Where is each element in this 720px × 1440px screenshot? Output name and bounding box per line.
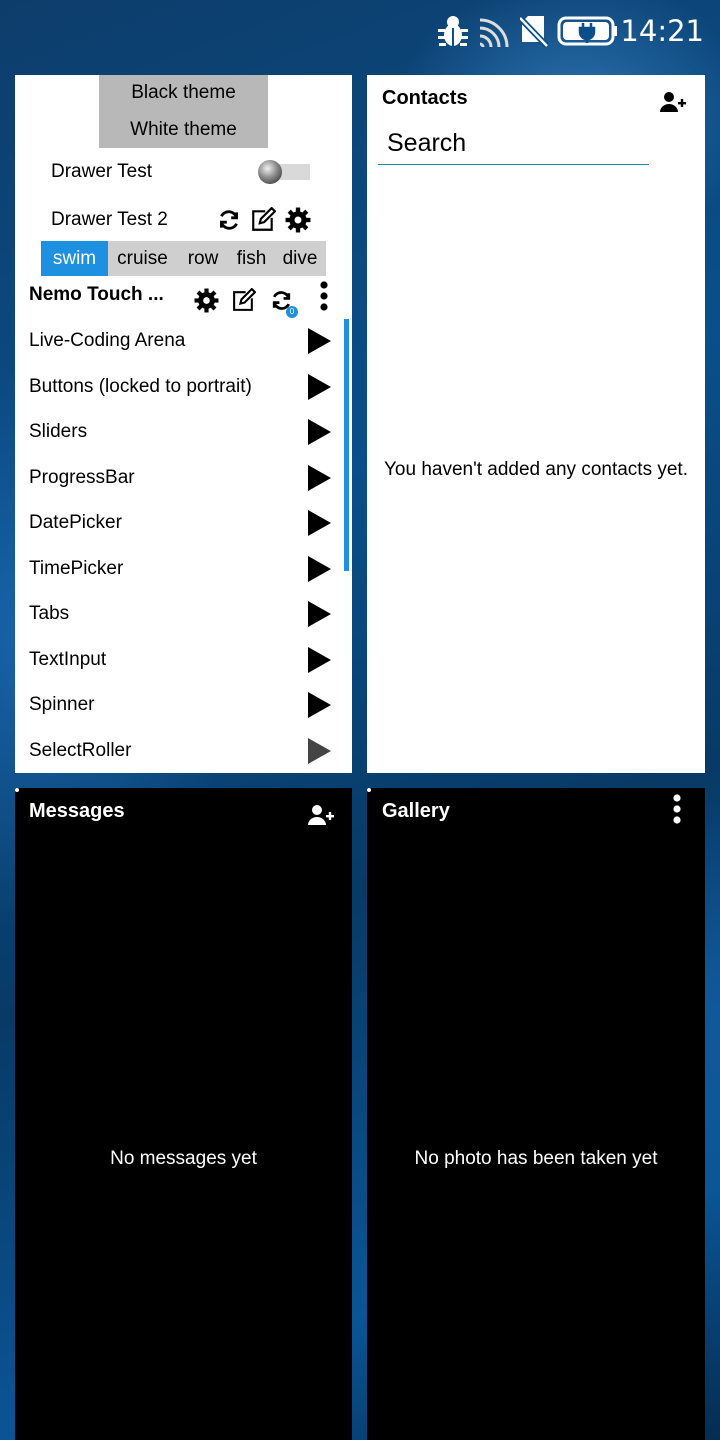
messages-card[interactable]: Messages No messages yet [15, 788, 352, 1440]
play-arrow-icon[interactable] [308, 328, 331, 354]
list-item[interactable]: SelectRoller [15, 729, 352, 774]
list-item-label: Tabs [29, 603, 70, 624]
gallery-empty-text: No photo has been taken yet [414, 1148, 658, 1169]
refresh-icon[interactable] [214, 205, 244, 235]
corner-indicator [367, 788, 371, 792]
sync-badge: 0 [286, 306, 298, 318]
cast-icon [479, 18, 509, 48]
list-item[interactable]: TimePicker [15, 547, 352, 593]
list-item-label: Live-Coding Arena [29, 330, 186, 351]
contacts-title: Contacts [382, 87, 468, 109]
list-item[interactable]: TextInput [15, 638, 352, 684]
list-item-label: ProgressBar [29, 466, 135, 488]
drawer-test-label: Drawer Test [51, 161, 153, 182]
play-arrow-icon[interactable] [308, 601, 331, 627]
play-arrow-icon[interactable] [308, 510, 331, 536]
list-item[interactable]: Sliders [15, 410, 352, 456]
white-theme-option[interactable]: White theme [99, 112, 268, 149]
more-vert-icon[interactable] [309, 281, 339, 311]
gear-icon[interactable] [283, 205, 313, 235]
clock: 14:21 [620, 14, 704, 48]
add-contact-icon[interactable] [658, 87, 688, 117]
search-input[interactable] [378, 123, 649, 164]
play-arrow-icon[interactable] [308, 373, 331, 400]
switch-knob[interactable] [258, 160, 282, 184]
tab-cruise[interactable]: cruise [108, 241, 177, 276]
messages-empty-text: No messages yet [110, 1148, 257, 1169]
tab-swim[interactable]: swim [41, 241, 108, 276]
tab-bar: swim cruise row fish dive [41, 241, 326, 276]
nemo-touch-card[interactable]: Black theme White theme Drawer Test Draw… [15, 75, 352, 773]
list-item[interactable]: ProgressBar [15, 456, 352, 502]
list-item[interactable]: Spinner [15, 683, 352, 729]
tab-fish[interactable]: fish [229, 241, 274, 276]
add-contact-icon[interactable] [306, 800, 336, 830]
bug-icon [438, 16, 468, 46]
play-arrow-icon[interactable] [308, 555, 331, 582]
list-item[interactable]: Buttons (locked to portrait) [15, 365, 352, 411]
play-arrow-icon[interactable] [308, 464, 331, 491]
messages-title: Messages [29, 800, 125, 822]
list-item-label: Spinner [29, 694, 95, 715]
play-arrow-icon[interactable] [308, 692, 331, 718]
status-bar: 14:21 [0, 0, 720, 64]
no-sim-icon [520, 15, 548, 48]
contacts-card[interactable]: Contacts You haven't added any contacts … [367, 75, 705, 773]
list-item-label: TimePicker [29, 557, 124, 579]
scrollbar[interactable] [344, 319, 349, 571]
list-item[interactable]: DatePicker [15, 501, 352, 547]
tab-row[interactable]: row [177, 241, 229, 276]
more-vert-icon[interactable] [662, 794, 692, 824]
black-theme-option[interactable]: Black theme [99, 75, 268, 112]
theme-menu: Black theme White theme [99, 75, 268, 148]
drawer-test2-label: Drawer Test 2 [51, 209, 168, 230]
compose-icon[interactable] [228, 285, 258, 315]
play-arrow-icon[interactable] [308, 737, 331, 764]
list-item-label: Buttons (locked to portrait) [29, 375, 252, 397]
battery-charging-icon [557, 16, 617, 46]
play-arrow-icon[interactable] [308, 646, 331, 673]
demo-list: Live-Coding Arena Buttons (locked to por… [15, 319, 352, 773]
edit-icon[interactable] [248, 205, 278, 235]
list-item[interactable]: Tabs [15, 592, 352, 638]
gallery-card[interactable]: Gallery No photo has been taken yet [367, 788, 705, 1440]
search-field[interactable] [378, 123, 649, 165]
tab-dive[interactable]: dive [274, 241, 326, 276]
play-arrow-icon[interactable] [308, 419, 331, 445]
list-item-label: DatePicker [29, 512, 122, 533]
settings-gear-icon[interactable] [191, 285, 221, 315]
list-item[interactable]: Live-Coding Arena [15, 319, 352, 365]
gallery-title: Gallery [382, 800, 450, 822]
list-item-label: Sliders [29, 421, 88, 442]
list-item-label: TextInput [29, 648, 107, 670]
list-item-label: SelectRoller [29, 739, 132, 761]
contacts-empty-text: You haven't added any contacts yet. [384, 459, 688, 480]
corner-indicator [15, 788, 19, 792]
app-title: Nemo Touch ... [29, 284, 164, 305]
